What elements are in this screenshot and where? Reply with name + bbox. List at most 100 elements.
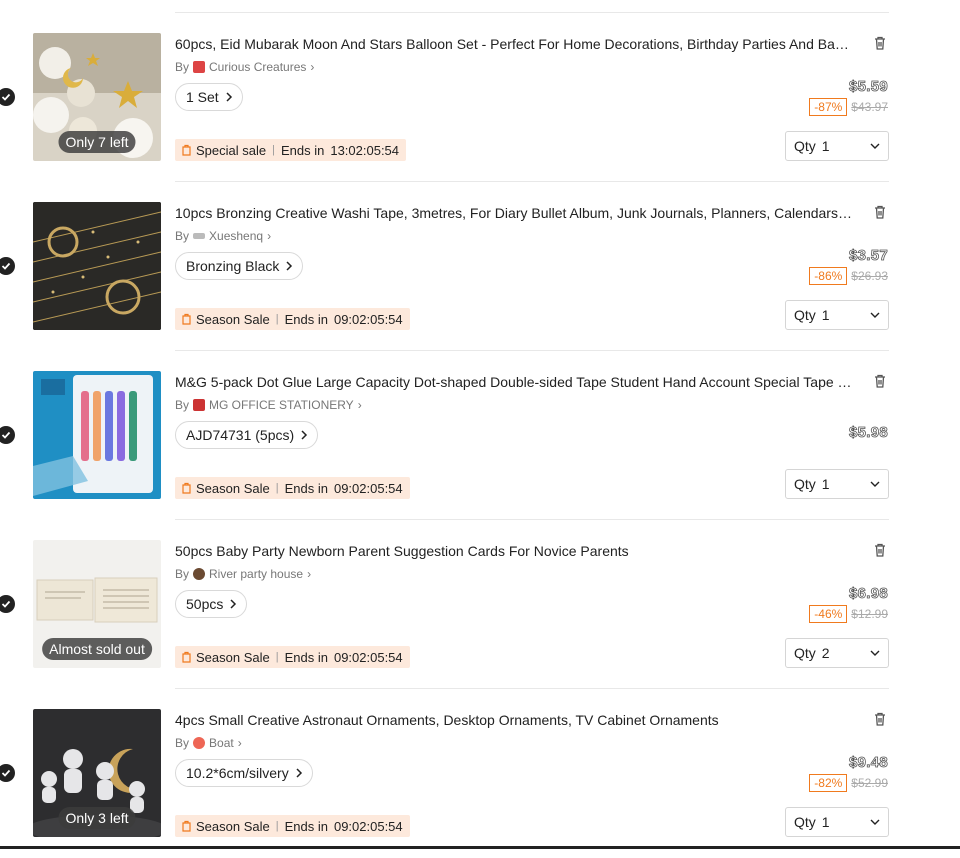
cart-item: Only 3 left 4pcs Small Creative Astronau…	[0, 689, 960, 858]
qty-label: Qty	[794, 476, 816, 492]
quantity-select[interactable]: Qty 1	[785, 300, 889, 330]
select-checkbox[interactable]	[0, 88, 15, 106]
discount-badge: -86%	[809, 267, 848, 285]
ends-label: Ends in	[284, 649, 328, 665]
select-checkbox[interactable]	[0, 595, 15, 613]
product-title[interactable]: 50pcs Baby Party Newborn Parent Suggesti…	[175, 543, 855, 559]
chevron-right-icon: ›	[357, 398, 362, 412]
sale-name: Special sale	[196, 142, 267, 158]
sale-price: $5.59	[848, 78, 889, 96]
select-checkbox[interactable]	[0, 426, 15, 444]
product-title[interactable]: 60pcs, Eid Mubarak Moon And Stars Balloo…	[175, 36, 855, 52]
quantity-select[interactable]: Qty 1	[785, 807, 889, 837]
sale-name: Season Sale	[196, 480, 270, 496]
product-image[interactable]: Only 7 left	[33, 33, 161, 161]
checkmark-icon	[1, 262, 11, 270]
product-title[interactable]: 4pcs Small Creative Astronaut Ornaments,…	[175, 712, 855, 728]
variant-label: AJD74731 (5pcs)	[186, 427, 295, 443]
discount-badge: -46%	[809, 605, 848, 623]
chevron-right-icon: ›	[307, 567, 312, 581]
chevron-right-icon	[230, 599, 237, 609]
qty-label: Qty	[794, 814, 816, 830]
quantity-select[interactable]: Qty 1	[785, 469, 889, 499]
variant-selector[interactable]: AJD74731 (5pcs)	[175, 421, 319, 449]
sale-tag-icon	[182, 651, 191, 663]
by-label: By	[175, 736, 190, 750]
seller-logo	[193, 568, 206, 580]
stock-badge: Almost sold out	[42, 638, 152, 660]
variant-label: Bronzing Black	[186, 258, 280, 274]
chevron-right-icon	[296, 768, 302, 778]
sale-price: $5.98	[848, 424, 889, 442]
product-image[interactable]	[33, 202, 161, 330]
chevron-down-icon	[870, 819, 880, 825]
variant-selector[interactable]: 50pcs	[175, 590, 248, 618]
quantity-select[interactable]: Qty 2	[785, 638, 889, 668]
sale-tag-icon	[182, 144, 191, 156]
ends-label: Ends in	[284, 311, 328, 327]
sale-price: $6.98	[848, 585, 889, 603]
chevron-right-icon: ›	[267, 229, 272, 243]
cart-item: Almost sold out 50pcs Baby Party Newborn…	[0, 520, 960, 689]
product-image[interactable]	[33, 371, 161, 499]
qty-label: Qty	[794, 138, 816, 154]
countdown-timer: 09:02:05:54	[333, 311, 403, 327]
seller-link[interactable]: By River party house ›	[175, 567, 311, 581]
seller-name: Curious Creatures	[209, 60, 307, 74]
by-label: By	[175, 229, 190, 243]
seller-logo	[193, 233, 206, 239]
cart-item: Only 7 left 60pcs, Eid Mubarak Moon And …	[0, 13, 960, 182]
variant-label: 1 Set	[186, 89, 219, 105]
ends-label: Ends in	[280, 142, 325, 158]
chevron-down-icon	[870, 481, 880, 487]
chevron-down-icon	[870, 143, 880, 149]
seller-logo	[193, 399, 206, 411]
seller-link[interactable]: By Curious Creatures ›	[175, 60, 314, 74]
trash-icon[interactable]	[872, 35, 888, 51]
variant-selector[interactable]: Bronzing Black	[175, 252, 304, 280]
product-image[interactable]: Almost sold out	[33, 540, 161, 668]
variant-selector[interactable]: 1 Set	[175, 83, 243, 111]
divider: |	[275, 820, 279, 832]
select-checkbox[interactable]	[0, 764, 15, 782]
checkmark-icon	[1, 93, 11, 101]
sale-tag-icon	[182, 313, 191, 325]
product-title[interactable]: 10pcs Bronzing Creative Washi Tape, 3met…	[175, 205, 855, 221]
trash-icon[interactable]	[872, 373, 888, 389]
sale-banner: Special sale | Ends in 13:02:05:54	[175, 139, 407, 161]
checkmark-icon	[1, 600, 11, 608]
sale-price: $9.48	[848, 754, 889, 772]
original-price: $43.97	[851, 100, 888, 114]
by-label: By	[175, 398, 190, 412]
qty-value: 1	[821, 476, 830, 492]
trash-icon[interactable]	[872, 711, 888, 727]
seller-link[interactable]: By Xueshenq ›	[175, 229, 271, 243]
select-checkbox[interactable]	[0, 257, 15, 275]
qty-label: Qty	[794, 307, 816, 323]
trash-icon[interactable]	[872, 542, 888, 558]
sale-tag-icon	[182, 820, 191, 832]
quantity-select[interactable]: Qty 1	[785, 131, 889, 161]
trash-icon[interactable]	[872, 204, 888, 220]
sale-banner: Season Sale | Ends in 09:02:05:54	[175, 308, 410, 330]
seller-name: Boat	[209, 736, 234, 750]
product-title[interactable]: M&G 5-pack Dot Glue Large Capacity Dot-s…	[175, 374, 855, 390]
chevron-right-icon: ›	[310, 60, 315, 74]
stock-badge: Only 3 left	[58, 807, 136, 829]
product-image[interactable]: Only 3 left	[33, 709, 161, 837]
variant-selector[interactable]: 10.2*6cm/silvery	[175, 759, 313, 787]
sale-banner: Season Sale | Ends in 09:02:05:54	[175, 646, 410, 668]
seller-link[interactable]: By MG OFFICE STATIONERY ›	[175, 398, 362, 412]
countdown-timer: 09:02:05:54	[333, 649, 403, 665]
ends-label: Ends in	[284, 818, 328, 834]
chevron-right-icon	[301, 430, 308, 440]
discount-row: -87% $43.97	[809, 98, 888, 116]
original-price: $52.99	[851, 776, 888, 790]
cart-item: 10pcs Bronzing Creative Washi Tape, 3met…	[0, 182, 960, 351]
sale-tag-icon	[182, 482, 191, 494]
by-label: By	[175, 60, 190, 74]
countdown-timer: 13:02:05:54	[330, 142, 400, 158]
seller-link[interactable]: By Boat ›	[175, 736, 242, 750]
divider: |	[275, 313, 279, 325]
sale-price: $3.57	[848, 247, 889, 265]
